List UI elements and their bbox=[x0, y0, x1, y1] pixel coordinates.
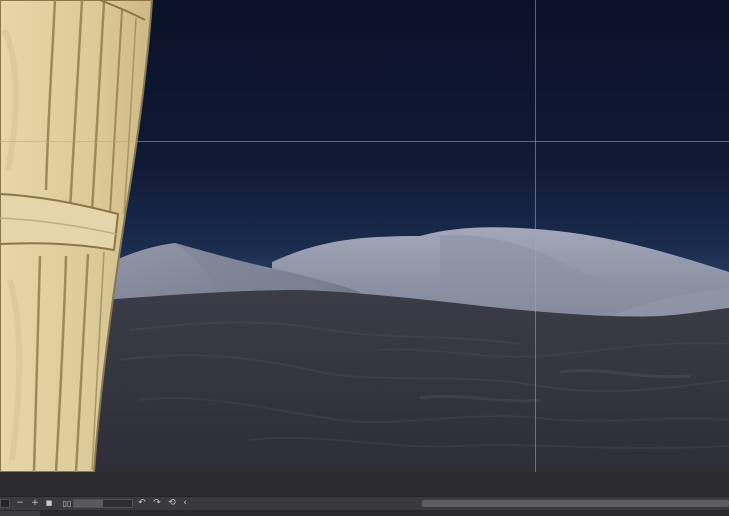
rotate-right-icon: ↷ bbox=[153, 498, 161, 508]
chevron-left-icon: ‹ bbox=[183, 498, 187, 508]
reset-rotation-button[interactable]: ⟲ bbox=[167, 498, 177, 509]
paint-app-window: − + ■ ▯▯ ↶ ↷ ⟲ ‹ bbox=[0, 0, 729, 516]
actual-size-icon: ▯▯ bbox=[62, 499, 72, 508]
zoom-level-field[interactable] bbox=[0, 499, 10, 508]
reset-rotation-icon: ⟲ bbox=[168, 498, 176, 508]
rotate-left-icon: ↶ bbox=[138, 498, 146, 508]
flip-horizontal-button[interactable]: ‹ bbox=[180, 498, 190, 509]
rotate-left-button[interactable]: ↶ bbox=[137, 498, 147, 509]
zoom-in-button[interactable]: + bbox=[30, 498, 40, 509]
status-bar-tab[interactable] bbox=[0, 511, 40, 516]
plus-icon: + bbox=[31, 498, 39, 508]
canvas-area-background bbox=[0, 472, 729, 496]
actual-size-button[interactable]: ▯▯ bbox=[60, 498, 74, 509]
zoom-slider-fill bbox=[74, 500, 103, 507]
minus-icon: − bbox=[16, 498, 24, 508]
zoom-slider[interactable] bbox=[73, 499, 133, 508]
square-icon: ■ bbox=[45, 499, 53, 507]
fit-to-window-button[interactable]: ■ bbox=[44, 498, 54, 509]
canvas-viewport[interactable] bbox=[0, 0, 729, 472]
horizontal-scrollbar[interactable] bbox=[422, 500, 729, 507]
status-bar bbox=[0, 510, 729, 516]
desert-night-artwork bbox=[0, 0, 729, 472]
zoom-out-button[interactable]: − bbox=[15, 498, 25, 509]
rotate-right-button[interactable]: ↷ bbox=[152, 498, 162, 509]
navigator-toolbar: − + ■ ▯▯ ↶ ↷ ⟲ ‹ bbox=[0, 496, 729, 510]
